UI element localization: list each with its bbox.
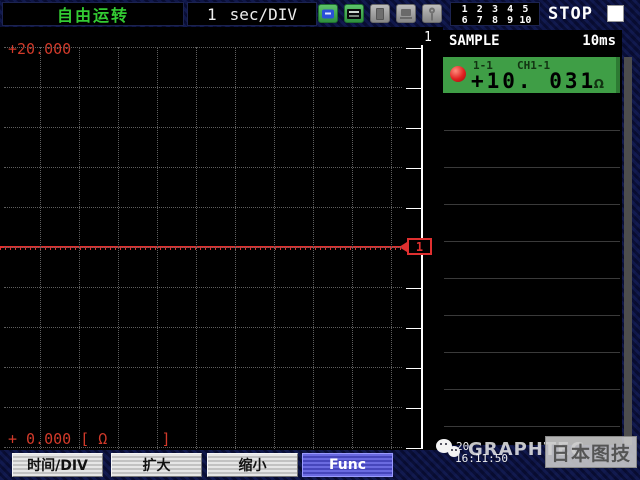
channel-row-empty[interactable] xyxy=(444,352,620,389)
channel-row-selected[interactable]: 1-1 CH1-1 +10. 031 Ω xyxy=(443,57,620,93)
channel-row-empty[interactable] xyxy=(444,204,620,241)
chan-1: 1 xyxy=(457,4,472,15)
grid-line-h xyxy=(4,407,402,408)
zoom-out-button[interactable]: 缩小 xyxy=(207,453,298,477)
grid-line-v xyxy=(391,47,392,449)
scale-tick xyxy=(406,288,422,289)
sample-header: SAMPLE 10ms xyxy=(443,30,622,51)
grid-line-h xyxy=(4,247,402,248)
scale-tick xyxy=(406,368,422,369)
channel-row-empty[interactable] xyxy=(444,167,620,204)
grid-line-h xyxy=(4,87,402,88)
scale-tick xyxy=(406,328,422,329)
stop-label: STOP xyxy=(548,4,593,24)
chan-9: 9 xyxy=(503,15,518,26)
grid-line-v xyxy=(313,47,314,449)
timebase-value: 1 xyxy=(207,5,217,24)
timebase-box[interactable]: 1 sec/DIV xyxy=(187,2,317,26)
record-dot-icon xyxy=(450,66,466,82)
scale-tick xyxy=(406,408,422,409)
time-div-button[interactable]: 时间/DIV xyxy=(12,453,103,477)
channel-row-empty[interactable] xyxy=(444,389,620,426)
scale-tick xyxy=(406,88,422,89)
grid-line-v xyxy=(352,47,353,449)
grid-line-h xyxy=(4,47,402,48)
grid-line-v xyxy=(40,47,41,449)
trace-sample-ticks xyxy=(0,248,402,250)
scale-tick xyxy=(406,448,422,449)
channel-row-empty[interactable] xyxy=(444,130,620,167)
chan-2: 2 xyxy=(472,4,487,15)
timebase-unit: sec/DIV xyxy=(230,5,297,24)
mode-status-box: 自由运转 xyxy=(2,2,184,26)
grid-line-v xyxy=(118,47,119,449)
y-axis-bottom-label: + 0.000 [ Ω ] xyxy=(8,430,171,448)
mode-label: 自由运转 xyxy=(57,2,129,26)
channel-unit: Ω xyxy=(594,77,604,91)
chan-8: 8 xyxy=(487,15,502,26)
channel-row-empty[interactable] xyxy=(444,241,620,278)
device-icon xyxy=(344,4,364,23)
sample-label: SAMPLE xyxy=(449,33,500,49)
stop-checkbox[interactable] xyxy=(607,5,624,22)
grid-line-h xyxy=(4,207,402,208)
chan-6: 6 xyxy=(457,15,472,26)
status-icon-strip xyxy=(318,4,443,27)
channel-row-empty[interactable] xyxy=(444,278,620,315)
sd-card-icon xyxy=(318,4,338,23)
grid-line-v xyxy=(274,47,275,449)
chan-10: 10 xyxy=(518,15,533,26)
grid-line-v xyxy=(235,47,236,449)
channel-list: 1-1 CH1-1 +10. 031 Ω xyxy=(443,51,622,445)
grid-line-v xyxy=(157,47,158,449)
sample-rate-value: 10ms xyxy=(582,33,616,49)
panel-scrollbar[interactable] xyxy=(624,57,632,445)
chan-5: 5 xyxy=(518,4,533,15)
channel-marker[interactable]: 1 xyxy=(407,238,432,255)
scale-top-label: 1 xyxy=(424,30,432,45)
grid-line-h xyxy=(4,127,402,128)
grid-line-h xyxy=(4,367,402,368)
chan-7: 7 xyxy=(472,15,487,26)
chan-3: 3 xyxy=(487,4,502,15)
scale-tick xyxy=(406,128,422,129)
channel-value: +10. 031 xyxy=(471,69,596,93)
key-icon xyxy=(422,4,442,23)
chan-4: 4 xyxy=(503,4,518,15)
grid-line-h xyxy=(4,287,402,288)
waveform-plot: +20.000 + 0.000 [ Ω ] 1 1 xyxy=(0,27,443,450)
channel-number-grid: 1 2 3 4 5 6 7 8 9 10 xyxy=(450,2,540,26)
scale-tick xyxy=(406,168,422,169)
scale-tick xyxy=(406,208,422,209)
grid-line-h xyxy=(4,327,402,328)
grid-line-h xyxy=(4,447,402,448)
grid-line-v xyxy=(79,47,80,449)
battery-icon xyxy=(370,4,390,23)
pc-icon xyxy=(396,4,416,23)
grid-line-v xyxy=(196,47,197,449)
grid-line-h xyxy=(4,167,402,168)
channel-row-empty[interactable] xyxy=(444,315,620,352)
scale-tick xyxy=(406,48,422,49)
func-button[interactable]: Func xyxy=(302,453,393,477)
zoom-in-button[interactable]: 扩大 xyxy=(111,453,202,477)
watermark-brand-cjk: 日本图技 xyxy=(545,436,637,468)
